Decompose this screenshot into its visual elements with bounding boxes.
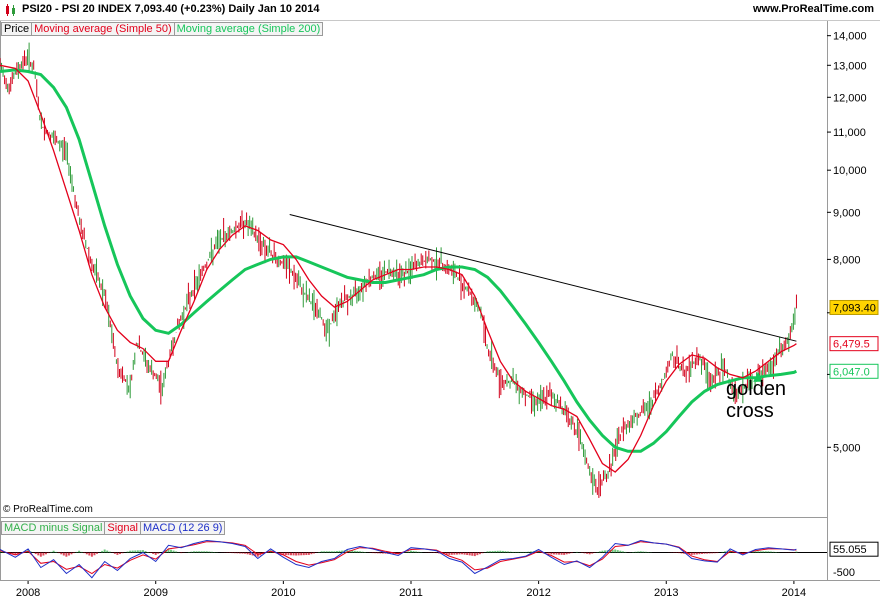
chart-header: PSI20 - PSI 20 INDEX 7,093.40 (+0.23%) D… — [0, 0, 880, 21]
x-tick-label: 2010 — [271, 587, 295, 599]
annotation-line1: golden — [726, 378, 787, 400]
value-tag-label: 6,479.5 — [833, 339, 870, 351]
x-tick-label: 2008 — [16, 587, 40, 599]
price-legend: Price Moving average (Simple 50) Moving av… — [1, 22, 324, 36]
x-tick-label: 2012 — [526, 587, 550, 599]
x-tick-label: 2013 — [654, 587, 678, 599]
macd-line — [0, 539, 797, 579]
copyright-text: © ProRealTime.com — [3, 504, 93, 515]
legend-ma200[interactable]: Moving average (Simple 200) — [173, 22, 324, 36]
y-tick-label: 5,000 — [833, 442, 861, 454]
candlestick-icon — [6, 4, 15, 16]
annotation-line2: cross — [726, 400, 774, 422]
legend-macd[interactable]: MACD (12 26 9) — [140, 521, 226, 535]
y-tick-label: 12,000 — [833, 92, 867, 104]
legend-price[interactable]: Price — [1, 22, 33, 36]
y-tick-label: 14,000 — [833, 31, 867, 43]
legend-macd-hist[interactable]: MACD minus Signal — [1, 521, 106, 535]
macd-legend: MACD minus Signal Signal MACD (12 26 9) — [1, 521, 226, 535]
y-tick-label: 10,000 — [833, 165, 867, 177]
axes: 5,000 8,000 9,000 10,000 11,000 12,000 13,000 1… — [0, 31, 880, 599]
value-tag-label: 7,093.40 — [833, 302, 876, 314]
legend-macd-signal[interactable]: Signal — [104, 521, 141, 535]
chart-title: PSI20 - PSI 20 INDEX 7,093.40 (+0.23%) D… — [22, 3, 320, 15]
macd-value-tag-label: 55.055 — [833, 544, 867, 556]
ma200-line — [0, 68, 798, 453]
x-tick-label: 2011 — [399, 587, 423, 599]
macd-panel-lines — [0, 539, 827, 579]
y-tick-label: 13,000 — [833, 60, 867, 72]
y-tick-label: 9,000 — [833, 207, 861, 219]
trendline — [289, 214, 797, 342]
chart-canvas: 5,000 8,000 9,000 10,000 11,000 12,000 13,000 1… — [0, 20, 880, 599]
value-tag-label: 6,047.0 — [833, 366, 870, 378]
x-tick-label: 2009 — [143, 587, 167, 599]
macd-y-tick-label: -500 — [833, 567, 855, 579]
legend-ma50[interactable]: Moving average (Simple 50) — [31, 22, 175, 36]
y-tick-label: 8,000 — [833, 254, 861, 266]
main-panel-frame — [0, 20, 828, 581]
main-panel-lines — [0, 42, 798, 498]
golden-cross-annotation: golden cross — [726, 378, 786, 422]
site-url[interactable]: www.ProRealTime.com — [753, 3, 874, 15]
x-tick-label: 2014 — [782, 587, 806, 599]
y-tick-label: 11,000 — [833, 127, 866, 139]
